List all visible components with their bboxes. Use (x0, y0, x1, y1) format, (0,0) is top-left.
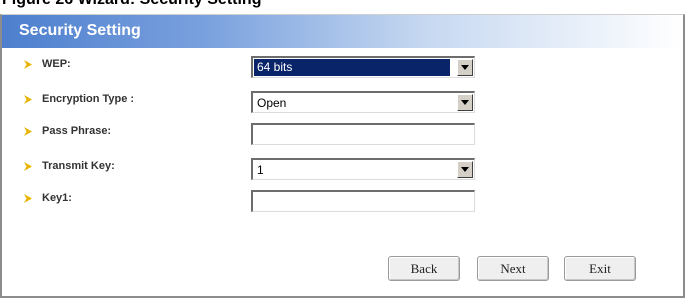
chevron-down-icon (461, 167, 469, 172)
bullet-arrow-icon (24, 162, 32, 171)
pass-phrase-label: Pass Phrase: (42, 125, 112, 137)
exit-button[interactable]: Exit (564, 256, 636, 281)
bullet-arrow-icon (24, 127, 32, 136)
pass-phrase-input[interactable] (251, 123, 475, 145)
key1-input[interactable] (251, 190, 475, 212)
chevron-down-icon (461, 100, 469, 105)
transmit-key-select[interactable]: 1 (251, 158, 475, 180)
key1-label: Key1: (42, 192, 72, 204)
bullet-arrow-icon (24, 60, 32, 69)
transmit-key-value: 1 (257, 163, 264, 177)
wep-dropdown-button[interactable] (457, 59, 473, 76)
encryption-type-label: Encryption Type : (42, 93, 135, 105)
encryption-type-row: Encryption Type : Open (2, 89, 683, 113)
bullet-arrow-icon (24, 95, 32, 104)
bullet-arrow-icon (24, 194, 32, 203)
transmit-key-label: Transmit Key: (42, 160, 115, 172)
pass-phrase-row: Pass Phrase: (2, 121, 683, 145)
encryption-type-select[interactable]: Open (251, 91, 475, 113)
next-button[interactable]: Next (477, 256, 549, 281)
chevron-down-icon (461, 65, 469, 70)
wep-label: WEP: (42, 58, 71, 70)
back-button[interactable]: Back (388, 256, 460, 281)
wep-row: WEP: 64 bits (2, 54, 683, 78)
encryption-type-dropdown-button[interactable] (457, 94, 473, 111)
wep-value: 64 bits (254, 59, 450, 76)
figure-caption-text: Figure 26 Wizard: Security Setting (2, 0, 261, 9)
transmit-key-dropdown-button[interactable] (457, 161, 473, 178)
wep-select[interactable]: 64 bits (251, 56, 475, 78)
figure-caption: Figure 26 Wizard: Security Setting (0, 0, 689, 12)
wizard-panel: Security Setting WEP: 64 bits Encryption… (0, 14, 685, 298)
key1-row: Key1: (2, 188, 683, 212)
panel-title: Security Setting (19, 22, 141, 39)
encryption-type-value: Open (257, 96, 287, 110)
panel-title-bar: Security Setting (2, 15, 683, 48)
transmit-key-row: Transmit Key: 1 (2, 156, 683, 180)
